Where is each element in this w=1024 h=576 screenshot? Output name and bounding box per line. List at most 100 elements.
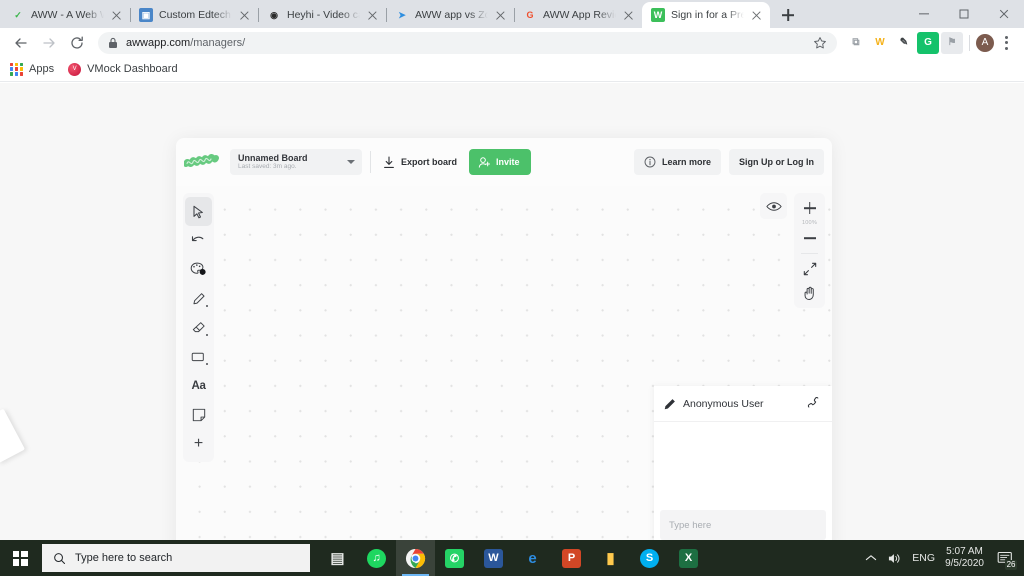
new-tab-button[interactable] [774,2,802,28]
zoom-controls: 100% [794,193,825,308]
person-add-icon [478,156,491,169]
clock-date: 9/5/2020 [945,558,984,569]
avatar[interactable]: A [976,33,994,52]
whiteboard-app: Unnamed Board Last saved: 3m ago. Export… [176,138,832,540]
page-corner-decoration [0,408,26,464]
apps-grid-icon [10,62,23,76]
word-icon[interactable]: W [474,540,513,576]
extension-gray-icon[interactable]: ⚑ [941,31,963,54]
close-icon[interactable] [110,8,124,22]
paper-plane-icon: ➤ [398,9,406,20]
learn-more-button[interactable]: Learn more [633,149,721,175]
board-name: Unnamed Board [238,152,308,163]
browser-tab[interactable]: G AWW App Reviews 2 [514,2,642,28]
visibility-toggle[interactable] [760,193,787,219]
close-icon[interactable] [494,8,508,22]
window-controls [904,0,1024,28]
edge-icon[interactable]: e [513,540,552,576]
pan-hand-button[interactable] [796,281,823,305]
tool-rail: Aa + [183,193,214,462]
notifications-badge: 26 [1005,560,1017,570]
address-bar[interactable]: awwapp.com/managers/ [98,31,837,54]
close-icon[interactable] [622,8,636,22]
browser-tab[interactable]: ✓ AWW - A Web Whiteboard [2,2,131,28]
browser-tab[interactable]: ➤ AWW app vs Zoom M [386,2,515,28]
browser-tab[interactable]: W Sign in for a Premium [642,2,770,28]
whatsapp-icon[interactable]: ✆ [435,540,474,576]
fit-screen-button[interactable] [796,257,823,281]
board-saved-status: Last saved: 3m ago. [238,163,297,171]
chevron-up-icon[interactable] [865,554,877,562]
lock-icon [108,37,118,49]
chat-input-placeholder: Type here [669,519,712,531]
undo-tool[interactable] [185,226,212,255]
target-icon: ◉ [270,9,278,20]
file-explorer-icon[interactable]: ▮ [591,540,630,576]
signin-button[interactable]: Sign Up or Log In [729,149,824,175]
language-indicator[interactable]: ENG [912,552,935,564]
pencil-icon[interactable] [664,398,676,410]
select-tool[interactable] [185,197,212,226]
grammarly-icon[interactable]: G [917,31,939,54]
clock[interactable]: 5:07 AM 9/5/2020 [945,546,984,571]
browser-tab-title: Sign in for a Premium [671,9,744,21]
board-name-selector[interactable]: Unnamed Board Last saved: 3m ago. [230,149,362,175]
shape-tool[interactable] [185,342,212,371]
chat-panel: Anonymous User Type here [654,386,832,540]
learn-more-label: Learn more [661,157,711,167]
aww-logo[interactable] [184,152,222,172]
text-tool[interactable]: Aa [185,371,212,400]
task-view-icon[interactable]: ▤ [318,540,357,576]
pen-tool[interactable] [185,284,212,313]
invite-button[interactable]: Invite [469,149,531,175]
chevron-down-icon[interactable] [347,160,355,164]
extension-generic-icon[interactable]: ⧉ [845,32,867,54]
windows-start-icon[interactable] [0,540,40,576]
volume-icon[interactable] [887,552,902,565]
back-arrow-icon[interactable] [8,30,34,56]
chat-header: Anonymous User [654,386,832,422]
zoom-in-button[interactable] [796,196,823,220]
three-dot-menu-icon[interactable] [996,33,1016,53]
spotify-icon[interactable]: ♫ [357,540,396,576]
text-aa-icon: Aa [191,379,206,392]
close-icon[interactable] [366,8,380,22]
navigation-toolbar: awwapp.com/managers/ ⧉ W ✎ G ⚑ A [0,28,1024,57]
invite-label: Invite [496,157,520,167]
chat-input[interactable]: Type here [660,510,826,540]
shape-tool-indicator [205,362,208,365]
bookmark-star-icon[interactable] [813,36,827,50]
bookmark-apps[interactable]: Apps [10,62,54,76]
chrome-browser-window: ✓ AWW - A Web Whiteboard ▣ Custom Edtech So… [0,0,1024,540]
search-input[interactable]: Type here to search [42,544,310,572]
sticky-tool[interactable] [185,400,212,429]
wordtune-icon[interactable]: W [869,32,891,54]
maximize-button[interactable] [944,0,984,28]
powerpoint-icon[interactable]: P [552,540,591,576]
close-icon[interactable] [750,8,764,22]
color-tool[interactable] [185,255,212,284]
bookmark-vmock[interactable]: V VMock Dashboard [68,62,178,76]
close-button[interactable] [984,0,1024,28]
phone-icon[interactable] [807,396,822,411]
zoom-out-button[interactable] [796,226,823,250]
export-board-button[interactable]: Export board [379,155,461,169]
eraser-tool[interactable] [185,313,212,342]
skype-icon[interactable]: S [630,540,669,576]
forward-arrow-icon[interactable] [36,30,62,56]
notifications-icon[interactable]: 26 [994,547,1017,570]
edit-note-icon[interactable]: ✎ [893,32,915,54]
browser-tab-title: Custom Edtech Software [159,9,232,21]
excel-icon[interactable]: X [669,540,708,576]
extensions-area: ⧉ W ✎ G ⚑ [845,31,963,54]
check-circle-icon: ✓ [14,9,22,20]
tab-strip: ✓ AWW - A Web Whiteboard ▣ Custom Edtech So… [0,0,1024,28]
browser-tab[interactable]: ▣ Custom Edtech Software [130,2,259,28]
browser-tab[interactable]: ◉ Heyhi - Video call with [258,2,387,28]
more-tools[interactable]: + [185,429,212,458]
chrome-icon[interactable] [396,540,435,576]
minimize-button[interactable] [904,0,944,28]
close-icon[interactable] [238,8,252,22]
taskbar-apps: ▤ ♫ ✆ We P ▮ S X [318,540,708,576]
reload-icon[interactable] [64,30,90,56]
